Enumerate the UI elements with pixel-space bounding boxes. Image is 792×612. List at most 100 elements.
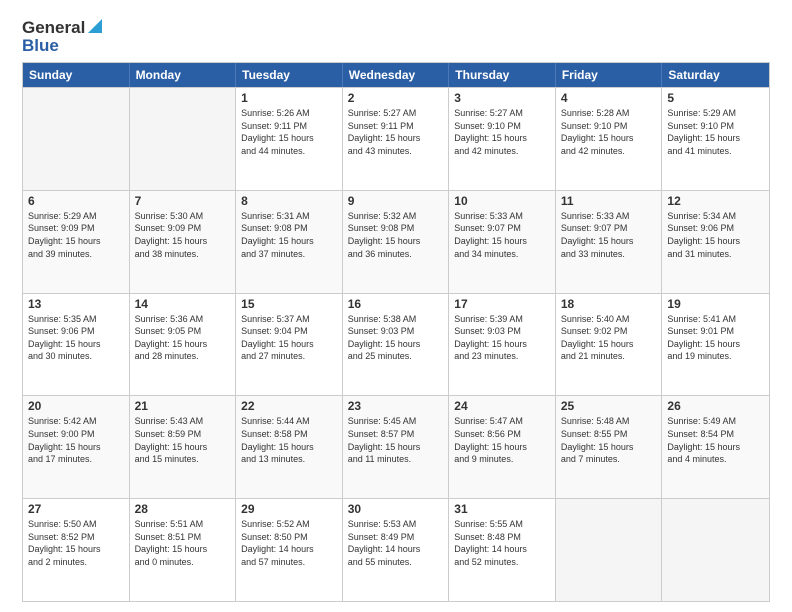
calendar-cell: 9 Sunrise: 5:32 AM Sunset: 9:08 PM Daylig… (343, 191, 450, 293)
weekday-header: Wednesday (343, 63, 450, 87)
day-detail: Sunrise: 5:34 AM Sunset: 9:06 PM Dayligh… (667, 210, 764, 260)
day-detail: Sunrise: 5:29 AM Sunset: 9:10 PM Dayligh… (667, 107, 764, 157)
calendar-cell: 7Sunrise: 5:30 AM Sunset: 9:09 PM Daylig… (130, 191, 237, 293)
day-number: 10 (454, 194, 550, 208)
day-number: 26 (667, 399, 764, 413)
calendar-header: SundayMondayTuesdayWednesdayThursdayFrid… (23, 63, 769, 87)
day-number: 12 (667, 194, 764, 208)
day-number: 1 (241, 91, 337, 105)
day-number: 14 (135, 297, 231, 311)
calendar-cell: 6 Sunrise: 5:29 AM Sunset: 9:09 PM Daylig… (23, 191, 130, 293)
calendar-cell (662, 499, 769, 601)
day-detail: Sunrise: 5:33 AM Sunset: 9:07 PM Dayligh… (561, 210, 657, 260)
calendar-cell: 3 Sunrise: 5:27 AM Sunset: 9:10 PM Daylig… (449, 88, 556, 190)
day-detail: Sunrise: 5:29 AM Sunset: 9:09 PM Dayligh… (28, 210, 124, 260)
weekday-header: Monday (130, 63, 237, 87)
calendar-cell: 10 Sunrise: 5:33 AM Sunset: 9:07 PM Dayli… (449, 191, 556, 293)
day-detail: Sunrise: 5:36 AM Sunset: 9:05 PM Dayligh… (135, 313, 231, 363)
calendar-cell: 12 Sunrise: 5:34 AM Sunset: 9:06 PM Dayli… (662, 191, 769, 293)
calendar-cell: 24 Sunrise: 5:47 AM Sunset: 8:56 PM Dayli… (449, 396, 556, 498)
day-detail: Sunrise: 5:41 AM Sunset: 9:01 PM Dayligh… (667, 313, 764, 363)
day-detail: Sunrise: 5:37 AM Sunset: 9:04 PM Dayligh… (241, 313, 337, 363)
page: General Blue SundayMondayTuesdayWednesda… (0, 0, 792, 612)
calendar-row: 27 Sunrise: 5:50 AM Sunset: 8:52 PM Dayli… (23, 498, 769, 601)
day-detail: Sunrise: 5:43 AM Sunset: 8:59 PM Dayligh… (135, 415, 231, 465)
day-detail: Sunrise: 5:50 AM Sunset: 8:52 PM Dayligh… (28, 518, 124, 568)
day-number: 13 (28, 297, 124, 311)
calendar-cell: 29 Sunrise: 5:52 AM Sunset: 8:50 PM Dayli… (236, 499, 343, 601)
day-number: 20 (28, 399, 124, 413)
day-number: 6 (28, 194, 124, 208)
day-number: 30 (348, 502, 444, 516)
day-number: 21 (135, 399, 231, 413)
day-detail: Sunrise: 5:33 AM Sunset: 9:07 PM Dayligh… (454, 210, 550, 260)
day-number: 15 (241, 297, 337, 311)
calendar-cell: 20 Sunrise: 5:42 AM Sunset: 9:00 PM Dayli… (23, 396, 130, 498)
calendar-cell: 5Sunrise: 5:29 AM Sunset: 9:10 PM Daylig… (662, 88, 769, 190)
day-number: 22 (241, 399, 337, 413)
calendar-cell: 2Sunrise: 5:27 AM Sunset: 9:11 PM Daylig… (343, 88, 450, 190)
day-number: 11 (561, 194, 657, 208)
day-detail: Sunrise: 5:32 AM Sunset: 9:08 PM Dayligh… (348, 210, 444, 260)
day-number: 16 (348, 297, 444, 311)
day-detail: Sunrise: 5:31 AM Sunset: 9:08 PM Dayligh… (241, 210, 337, 260)
calendar-cell: 13 Sunrise: 5:35 AM Sunset: 9:06 PM Dayli… (23, 294, 130, 396)
day-detail: Sunrise: 5:38 AM Sunset: 9:03 PM Dayligh… (348, 313, 444, 363)
day-detail: Sunrise: 5:49 AM Sunset: 8:54 PM Dayligh… (667, 415, 764, 465)
weekday-header: Tuesday (236, 63, 343, 87)
weekday-header: Sunday (23, 63, 130, 87)
calendar-cell: 8Sunrise: 5:31 AM Sunset: 9:08 PM Daylig… (236, 191, 343, 293)
day-number: 7 (135, 194, 231, 208)
day-detail: Sunrise: 5:42 AM Sunset: 9:00 PM Dayligh… (28, 415, 124, 465)
calendar-row: 13 Sunrise: 5:35 AM Sunset: 9:06 PM Dayli… (23, 293, 769, 396)
calendar-cell: 28 Sunrise: 5:51 AM Sunset: 8:51 PM Dayli… (130, 499, 237, 601)
day-number: 9 (348, 194, 444, 208)
calendar-cell (556, 499, 663, 601)
calendar-cell: 11 Sunrise: 5:33 AM Sunset: 9:07 PM Dayli… (556, 191, 663, 293)
day-number: 28 (135, 502, 231, 516)
day-detail: Sunrise: 5:52 AM Sunset: 8:50 PM Dayligh… (241, 518, 337, 568)
day-detail: Sunrise: 5:48 AM Sunset: 8:55 PM Dayligh… (561, 415, 657, 465)
day-number: 18 (561, 297, 657, 311)
calendar-cell: 22 Sunrise: 5:44 AM Sunset: 8:58 PM Dayli… (236, 396, 343, 498)
day-number: 3 (454, 91, 550, 105)
calendar-cell (23, 88, 130, 190)
logo: General Blue (22, 18, 102, 56)
day-detail: Sunrise: 5:39 AM Sunset: 9:03 PM Dayligh… (454, 313, 550, 363)
calendar-cell: 25Sunrise: 5:48 AM Sunset: 8:55 PM Dayli… (556, 396, 663, 498)
day-detail: Sunrise: 5:51 AM Sunset: 8:51 PM Dayligh… (135, 518, 231, 568)
day-number: 27 (28, 502, 124, 516)
day-detail: Sunrise: 5:44 AM Sunset: 8:58 PM Dayligh… (241, 415, 337, 465)
day-detail: Sunrise: 5:53 AM Sunset: 8:49 PM Dayligh… (348, 518, 444, 568)
calendar-cell: 17 Sunrise: 5:39 AM Sunset: 9:03 PM Dayli… (449, 294, 556, 396)
weekday-header: Thursday (449, 63, 556, 87)
calendar: SundayMondayTuesdayWednesdayThursdayFrid… (22, 62, 770, 602)
calendar-cell: 18 Sunrise: 5:40 AM Sunset: 9:02 PM Dayli… (556, 294, 663, 396)
calendar-cell: 31Sunrise: 5:55 AM Sunset: 8:48 PM Dayli… (449, 499, 556, 601)
day-number: 2 (348, 91, 444, 105)
calendar-cell: 1Sunrise: 5:26 AM Sunset: 9:11 PM Daylig… (236, 88, 343, 190)
day-number: 19 (667, 297, 764, 311)
logo-blue-text: Blue (22, 36, 59, 56)
calendar-cell: 23Sunrise: 5:45 AM Sunset: 8:57 PM Dayli… (343, 396, 450, 498)
day-detail: Sunrise: 5:28 AM Sunset: 9:10 PM Dayligh… (561, 107, 657, 157)
day-number: 4 (561, 91, 657, 105)
header: General Blue (22, 18, 770, 56)
weekday-header: Friday (556, 63, 663, 87)
calendar-cell: 15 Sunrise: 5:37 AM Sunset: 9:04 PM Dayli… (236, 294, 343, 396)
day-detail: Sunrise: 5:47 AM Sunset: 8:56 PM Dayligh… (454, 415, 550, 465)
day-detail: Sunrise: 5:40 AM Sunset: 9:02 PM Dayligh… (561, 313, 657, 363)
day-number: 24 (454, 399, 550, 413)
day-number: 29 (241, 502, 337, 516)
day-number: 31 (454, 502, 550, 516)
calendar-cell: 14 Sunrise: 5:36 AM Sunset: 9:05 PM Dayli… (130, 294, 237, 396)
day-detail: Sunrise: 5:27 AM Sunset: 9:10 PM Dayligh… (454, 107, 550, 157)
calendar-cell: 21 Sunrise: 5:43 AM Sunset: 8:59 PM Dayli… (130, 396, 237, 498)
day-number: 23 (348, 399, 444, 413)
calendar-cell: 4 Sunrise: 5:28 AM Sunset: 9:10 PM Daylig… (556, 88, 663, 190)
calendar-cell: 19 Sunrise: 5:41 AM Sunset: 9:01 PM Dayli… (662, 294, 769, 396)
calendar-cell (130, 88, 237, 190)
calendar-row: 20 Sunrise: 5:42 AM Sunset: 9:00 PM Dayli… (23, 395, 769, 498)
day-detail: Sunrise: 5:35 AM Sunset: 9:06 PM Dayligh… (28, 313, 124, 363)
day-number: 17 (454, 297, 550, 311)
